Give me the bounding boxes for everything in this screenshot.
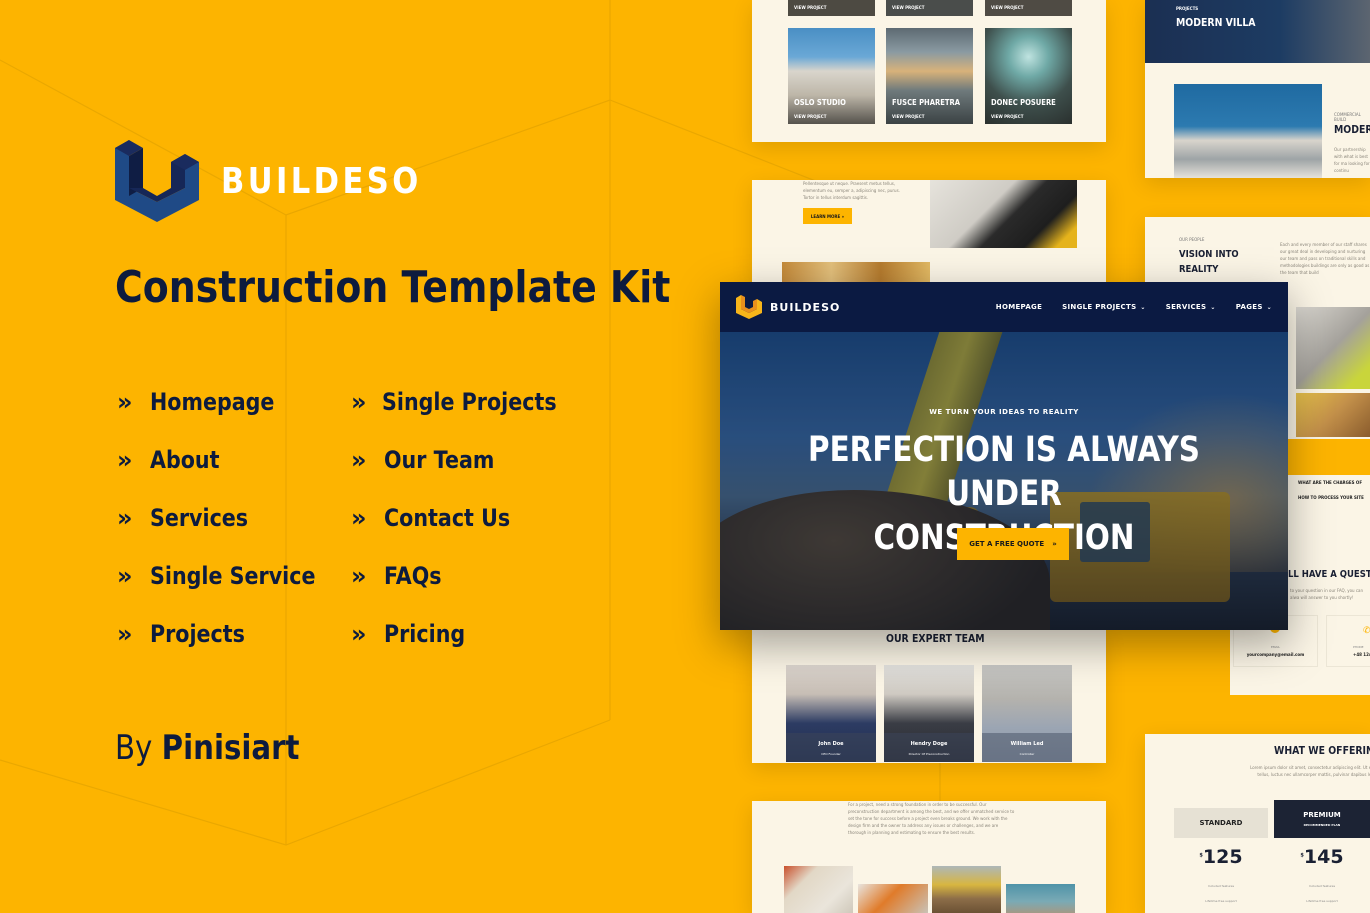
team-member-card[interactable]: John Doe CEO Founder [786, 665, 876, 762]
pricing-title: WHAT WE OFFERING [1274, 744, 1370, 757]
preview-about-card: Pellentesque ut neque. Praesent metus te… [752, 180, 1106, 282]
phone-icon: ✆ [1363, 626, 1370, 636]
project-title: FUSCE PHARETRA [892, 98, 961, 107]
double-chevron-right-icon: » [117, 503, 133, 532]
double-chevron-right-icon: » [117, 387, 133, 416]
service-image-crane [1006, 884, 1075, 913]
project-card-oslo-studio[interactable]: OSLO STUDIO VIEW PROJECT [788, 28, 875, 124]
contact-phone-box[interactable]: ✆ PHONE +48 124 8 [1326, 615, 1370, 667]
page-item-services[interactable]: » Services [117, 501, 351, 534]
service-image-blueprint [784, 866, 853, 913]
preview-pricing-card: WHAT WE OFFERING Lorem ipsum dolor sit a… [1145, 734, 1370, 913]
kit-title: Construction Template Kit [115, 262, 671, 313]
chevron-down-icon: ⌄ [1266, 304, 1272, 311]
preview-projects-card: VIEW PROJECT VIEW PROJECT VIEW PROJECT O… [752, 0, 1106, 142]
buildeso-logo-icon [115, 140, 199, 222]
faq-question[interactable]: WHAT ARE THE CHARGES OF [1298, 480, 1362, 485]
author-credit: By Pinisiart [115, 728, 300, 768]
hero-navbar: BUILDESO HOMEPAGE SINGLE PROJECTS ⌄ SERVI… [720, 282, 1288, 332]
learn-more-button[interactable]: LEARN MORE » [803, 208, 852, 224]
service-image-workers [858, 884, 928, 913]
author-name: Pinisiart [161, 728, 300, 768]
page-list: » Homepage » Single Projects » About » Our T… [117, 385, 577, 650]
buildeso-logo-icon [736, 295, 762, 319]
brand-name: BUILDESO [221, 160, 422, 202]
project-main-image [1174, 84, 1322, 178]
double-chevron-right-icon: » [351, 503, 367, 532]
double-chevron-right-icon: » [351, 445, 367, 474]
project-thumb-top: VIEW PROJECT [985, 0, 1072, 16]
project-card-donec-posuere[interactable]: DONEC POSUERE VIEW PROJECT [985, 28, 1072, 124]
nav-single-projects[interactable]: SINGLE PROJECTS ⌄ [1062, 303, 1146, 311]
team-photo-2 [1296, 393, 1370, 437]
member-name: Hendry Doge [910, 741, 948, 747]
page-item-projects[interactable]: » Projects [117, 617, 351, 650]
page-item-homepage[interactable]: » Homepage [117, 385, 351, 418]
faq-question[interactable]: HOW TO PROCESS YOUR SITE [1298, 495, 1364, 500]
plan-price: 145 [1303, 846, 1344, 868]
project-thumb-top: VIEW PROJECT [886, 0, 973, 16]
service-image-bulldozer [932, 866, 1001, 913]
plan-price: 125 [1202, 846, 1243, 868]
page-item-faqs[interactable]: » FAQs [351, 559, 585, 592]
double-chevron-right-icon: » [1052, 540, 1057, 548]
member-role: Controller [1019, 752, 1035, 756]
page-item-single-service[interactable]: » Single Service [117, 559, 351, 592]
project-header-banner: PROJECTS MODERN VILLA [1145, 0, 1370, 63]
member-name: John Doe [818, 741, 844, 747]
member-name: William Led [1010, 741, 1044, 747]
team-photo-1 [1296, 307, 1370, 389]
chevron-down-icon: ⌄ [1140, 304, 1146, 311]
preview-single-project-card: PROJECTS MODERN VILLA COMMERCIAL BUILD M… [1145, 0, 1370, 178]
member-role: CEO Founder [821, 752, 841, 756]
hero-logo[interactable]: BUILDESO [736, 295, 840, 319]
team-member-card[interactable]: Hendry Doge Director Of Preconstruction [884, 665, 974, 762]
hero-preview: WE TURN YOUR IDEAS TO REALITY PERFECTION… [720, 282, 1288, 630]
member-role: Director Of Preconstruction [908, 752, 950, 756]
hero-background-image: WE TURN YOUR IDEAS TO REALITY PERFECTION… [720, 308, 1288, 630]
hero-eyebrow: WE TURN YOUR IDEAS TO REALITY [929, 408, 1079, 416]
double-chevron-right-icon: » [351, 561, 367, 590]
project-title: OSLO STUDIO [794, 98, 846, 107]
preview-team-card: OUR EXPERT TEAM John Doe CEO Founder Hen… [752, 630, 1106, 763]
plan-standard[interactable]: STANDARD $125 Included features Lifetime… [1174, 808, 1268, 913]
page-item-about[interactable]: » About [117, 443, 351, 476]
nav-services[interactable]: SERVICES ⌄ [1166, 303, 1216, 311]
double-chevron-right-icon: » [351, 619, 367, 648]
double-chevron-right-icon: » [117, 619, 133, 648]
nav-homepage[interactable]: HOMEPAGE [996, 303, 1042, 311]
brand-logo: BUILDESO [115, 140, 457, 222]
page-item-single-projects[interactable]: » Single Projects [351, 385, 585, 418]
project-card-fusce-pharetra[interactable]: FUSCE PHARETRA VIEW PROJECT [886, 28, 973, 124]
double-chevron-right-icon: » [117, 561, 133, 590]
framing-image [782, 262, 930, 282]
team-title: OUR EXPERT TEAM [886, 632, 985, 645]
nav-pages[interactable]: PAGES ⌄ [1236, 303, 1272, 311]
plan-premium[interactable]: PREMIUM RECOMMENDED PLAN $145 Included f… [1274, 800, 1370, 913]
double-chevron-right-icon: » [117, 445, 133, 474]
hero-menu: HOMEPAGE SINGLE PROJECTS ⌄ SERVICES ⌄ PAGE… [996, 303, 1272, 311]
worker-image [930, 180, 1077, 248]
project-title: MODERN VILLA [1176, 16, 1256, 29]
chevron-down-icon: ⌄ [1210, 304, 1216, 311]
project-thumb-top: VIEW PROJECT [788, 0, 875, 16]
page-item-pricing[interactable]: » Pricing [351, 617, 585, 650]
project-title: DONEC POSUERE [991, 98, 1056, 107]
page-item-our-team[interactable]: » Our Team [351, 443, 585, 476]
get-quote-button[interactable]: GET A FREE QUOTE » [957, 528, 1069, 560]
team-member-card[interactable]: William Led Controller [982, 665, 1072, 762]
page-item-contact-us[interactable]: » Contact Us [351, 501, 585, 534]
preview-service-card: For a project, need a strong foundation … [752, 801, 1106, 913]
double-chevron-right-icon: » [351, 387, 367, 416]
